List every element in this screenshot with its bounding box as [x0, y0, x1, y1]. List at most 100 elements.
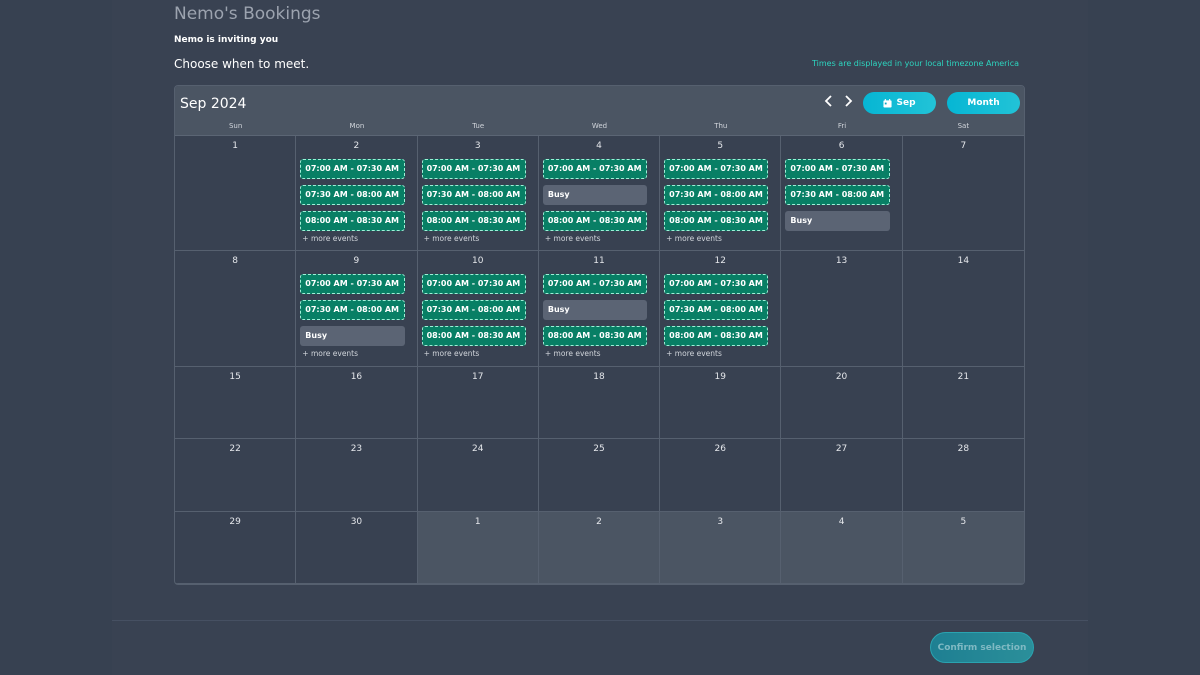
time-slot[interactable]: 07:00 AM - 07:30 AM — [542, 159, 648, 179]
day-number: 26 — [714, 444, 726, 454]
day-number: 2 — [596, 517, 602, 527]
day-cell[interactable]: 2 07:00 AM - 07:30 AM 07:30 AM - 08:00 AM 0… — [296, 136, 418, 251]
calendar-icon — [883, 98, 893, 108]
chevron-left-icon[interactable] — [821, 95, 837, 111]
time-slot[interactable]: 07:00 AM - 07:30 AM — [542, 274, 648, 294]
event-list: 07:00 AM - 07:30 AM Busy 08:00 AM - 08:30 … — [539, 159, 659, 243]
weekday-label: Thu — [714, 122, 728, 130]
day-cell[interactable]: 11 07:00 AM - 07:30 AM Busy 08:00 AM - 08:3… — [538, 251, 661, 367]
more-events-link[interactable]: + more events — [664, 234, 768, 243]
day-cell[interactable]: 8 — [175, 251, 297, 367]
day-cell[interactable]: 5 07:00 AM - 07:30 AM 07:30 AM - 08:00 AM 0… — [660, 136, 782, 251]
day-number: 19 — [714, 372, 726, 382]
day-cell[interactable]: 19 — [660, 367, 782, 439]
day-cell[interactable]: 22 — [175, 439, 297, 512]
day-cell[interactable]: 5 — [902, 512, 1024, 584]
time-slot[interactable]: 07:00 AM - 07:30 AM — [300, 159, 405, 179]
day-cell[interactable]: 17 — [417, 367, 539, 439]
more-events-link[interactable]: + more events — [422, 349, 526, 358]
day-cell[interactable]: 3 07:00 AM - 07:30 AM 07:30 AM - 08:00 AM 0… — [417, 136, 539, 251]
day-number: 18 — [593, 372, 605, 382]
time-slot[interactable]: 07:00 AM - 07:30 AM — [300, 274, 405, 294]
time-slot[interactable]: 07:30 AM - 08:00 AM — [300, 185, 405, 205]
day-cell[interactable]: 4 07:00 AM - 07:30 AM Busy 08:00 AM - 08:30… — [538, 136, 661, 251]
day-number: 22 — [229, 444, 241, 454]
day-cell[interactable]: 1 — [417, 512, 539, 584]
more-events-link[interactable]: + more events — [664, 349, 768, 358]
month-view-label: Month — [967, 98, 1000, 108]
day-number: 11 — [593, 256, 605, 266]
day-cell[interactable]: 23 — [296, 439, 418, 512]
busy-block: Busy — [542, 185, 648, 205]
current-month-button[interactable]: Sep — [863, 92, 936, 114]
weekday-label: Sun — [228, 122, 243, 130]
day-cell[interactable]: 7 — [902, 136, 1024, 251]
page-title: Nemo's Bookings — [174, 4, 321, 24]
time-slot[interactable]: 07:30 AM - 08:00 AM — [785, 185, 890, 205]
time-slot[interactable]: 07:00 AM - 07:30 AM — [785, 159, 890, 179]
current-month-label: Sep — [896, 98, 916, 108]
day-cell[interactable]: 13 — [781, 251, 903, 367]
day-number: 5 — [960, 517, 967, 527]
chevron-right-icon[interactable] — [840, 95, 856, 111]
time-slot[interactable]: 07:00 AM - 07:30 AM — [421, 274, 526, 294]
more-events-link[interactable]: + more events — [543, 349, 647, 358]
time-slot[interactable]: 07:30 AM - 08:00 AM — [421, 185, 526, 205]
more-events-link[interactable]: + more events — [300, 234, 404, 243]
more-events-link[interactable]: + more events — [422, 234, 526, 243]
day-cell[interactable]: 28 — [902, 439, 1024, 512]
more-events-link[interactable]: + more events — [543, 234, 647, 243]
day-number: 7 — [960, 141, 967, 151]
time-slot[interactable]: 08:00 AM - 08:30 AM — [421, 211, 526, 231]
time-slot[interactable]: 07:00 AM - 07:30 AM — [664, 159, 769, 179]
day-cell[interactable]: 26 — [660, 439, 782, 512]
event-list: 07:00 AM - 07:30 AM 07:30 AM - 08:00 AM 08… — [660, 159, 780, 243]
day-cell[interactable]: 2 — [538, 512, 661, 584]
time-slot[interactable]: 07:30 AM - 08:00 AM — [664, 300, 769, 320]
day-cell[interactable]: 29 — [175, 512, 297, 584]
day-cell[interactable]: 6 07:00 AM - 07:30 AM 07:30 AM - 08:00 AM B… — [781, 136, 903, 251]
day-cell[interactable]: 16 — [296, 367, 418, 439]
day-cell[interactable]: 3 — [660, 512, 782, 584]
busy-block: Busy — [542, 300, 648, 320]
time-slot[interactable]: 08:00 AM - 08:30 AM — [300, 211, 405, 231]
day-cell[interactable]: 24 — [417, 439, 539, 512]
day-number: 13 — [835, 256, 848, 266]
day-cell[interactable]: 12 07:00 AM - 07:30 AM 07:30 AM - 08:00 AM… — [660, 251, 782, 367]
time-slot[interactable]: 07:00 AM - 07:30 AM — [421, 159, 526, 179]
day-cell[interactable]: 25 — [538, 439, 661, 512]
month-view-button[interactable]: Month — [947, 92, 1020, 114]
time-slot[interactable]: 07:30 AM - 08:00 AM — [300, 300, 405, 320]
day-cell[interactable]: 18 — [538, 367, 661, 439]
confirm-selection-button[interactable]: Confirm selection — [930, 632, 1034, 663]
time-slot[interactable]: 07:30 AM - 08:00 AM — [421, 300, 526, 320]
weekday-label: Mon — [349, 122, 365, 130]
day-number: 25 — [593, 444, 605, 454]
time-slot[interactable]: 08:00 AM - 08:30 AM — [664, 211, 769, 231]
day-cell[interactable]: 9 07:00 AM - 07:30 AM 07:30 AM - 08:00 AM B… — [296, 251, 418, 367]
timezone-note: Times are displayed in your local timezo… — [812, 59, 1019, 68]
day-cell[interactable]: 21 — [902, 367, 1024, 439]
day-cell[interactable]: 4 — [781, 512, 903, 584]
day-cell[interactable]: 10 07:00 AM - 07:30 AM 07:30 AM - 08:00 AM… — [417, 251, 539, 367]
day-cell[interactable]: 20 — [781, 367, 903, 439]
time-slot[interactable]: 07:00 AM - 07:30 AM — [664, 274, 769, 294]
day-number: 5 — [717, 141, 724, 151]
event-list: 07:00 AM - 07:30 AM 07:30 AM - 08:00 AM 08… — [418, 159, 538, 243]
calendar-header: Sep 2024 Sep Month Sun Mon Tue Wed Thu Fri Sat — [175, 86, 1024, 136]
time-slot[interactable]: 08:00 AM - 08:30 AM — [542, 211, 648, 231]
time-slot[interactable]: 07:30 AM - 08:00 AM — [664, 185, 769, 205]
time-slot[interactable]: 08:00 AM - 08:30 AM — [664, 326, 769, 346]
day-number: 27 — [835, 444, 848, 454]
time-slot[interactable]: 08:00 AM - 08:30 AM — [421, 326, 526, 346]
day-number: 16 — [350, 372, 363, 382]
day-number: 30 — [350, 517, 363, 527]
day-cell[interactable]: 27 — [781, 439, 903, 512]
day-cell[interactable]: 1 — [175, 136, 297, 251]
day-cell[interactable]: 14 — [902, 251, 1024, 367]
day-number: 4 — [596, 141, 602, 151]
more-events-link[interactable]: + more events — [300, 349, 404, 358]
time-slot[interactable]: 08:00 AM - 08:30 AM — [542, 326, 648, 346]
day-cell[interactable]: 30 — [296, 512, 418, 584]
day-cell[interactable]: 15 — [175, 367, 297, 439]
